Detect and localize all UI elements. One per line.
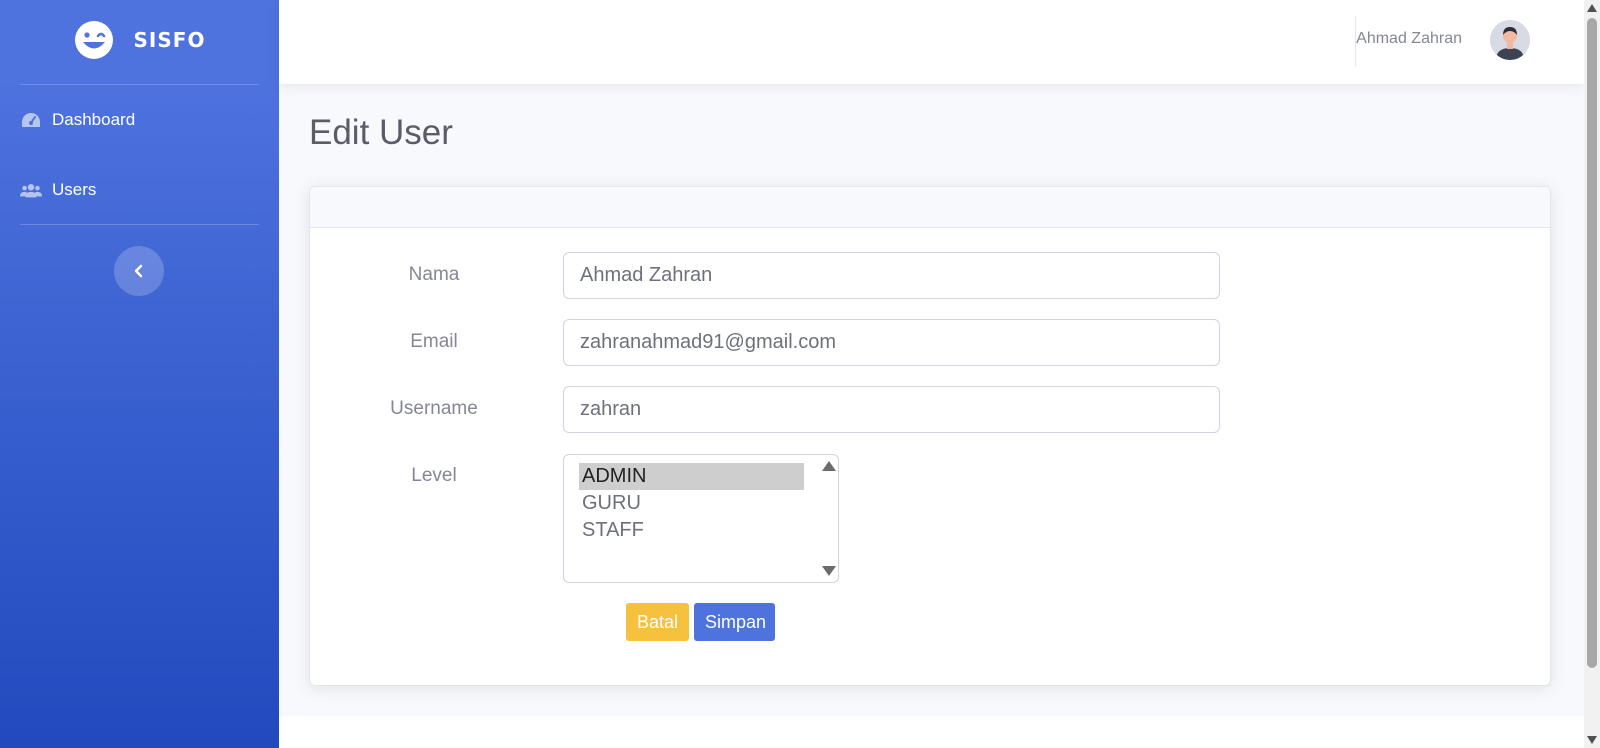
user-name[interactable]: Ahmad Zahran — [1356, 30, 1462, 48]
sidebar-item-label: Dashboard — [52, 110, 136, 129]
scroll-down-icon[interactable] — [822, 566, 836, 576]
username-input[interactable] — [563, 386, 1220, 433]
level-option-admin[interactable]: ADMIN — [579, 463, 804, 490]
sidebar-divider — [20, 84, 259, 85]
scroll-up-icon[interactable] — [1587, 4, 1597, 12]
level-select-scrollbar[interactable] — [818, 455, 838, 582]
username-label: Username — [390, 398, 478, 419]
level-select[interactable]: ADMIN GURU STAFF — [563, 454, 839, 583]
email-label: Email — [410, 331, 458, 352]
save-button[interactable]: Simpan — [694, 603, 775, 641]
chevron-left-icon — [134, 264, 143, 278]
sidebar-divider — [20, 224, 259, 225]
sidebar-item-label: Users — [52, 180, 97, 199]
tachometer-icon — [22, 113, 40, 127]
level-option-guru[interactable]: GURU — [579, 490, 804, 517]
brand-text: SISFO — [133, 28, 206, 52]
level-option-staff[interactable]: STAFF — [579, 517, 804, 544]
level-label: Level — [411, 465, 457, 486]
avatar-icon — [1490, 20, 1530, 60]
scrollbar-thumb[interactable] — [1587, 18, 1597, 668]
name-input[interactable] — [563, 252, 1220, 299]
sidebar-item-dashboard[interactable]: Dashboard — [20, 105, 135, 135]
footer — [279, 716, 1584, 748]
sidebar-item-users[interactable]: Users — [20, 175, 96, 205]
user-avatar[interactable] — [1490, 20, 1530, 60]
scroll-up-icon[interactable] — [822, 461, 836, 471]
scroll-down-icon[interactable] — [1587, 736, 1597, 744]
laugh-wink-icon — [74, 21, 113, 59]
users-icon — [20, 184, 42, 198]
email-input[interactable] — [563, 319, 1220, 366]
sidebar-brand[interactable]: SISFO — [0, 0, 279, 80]
cancel-button[interactable]: Batal — [626, 603, 689, 641]
sidebar: SISFO Dashboard Users — [0, 0, 279, 748]
card-header — [310, 187, 1550, 228]
sidebar-toggle-button[interactable] — [114, 246, 164, 296]
page-scrollbar[interactable] — [1584, 0, 1600, 748]
page-title: Edit User — [309, 113, 453, 152]
name-label: Nama — [408, 264, 460, 285]
topbar: Ahmad Zahran — [279, 0, 1584, 84]
